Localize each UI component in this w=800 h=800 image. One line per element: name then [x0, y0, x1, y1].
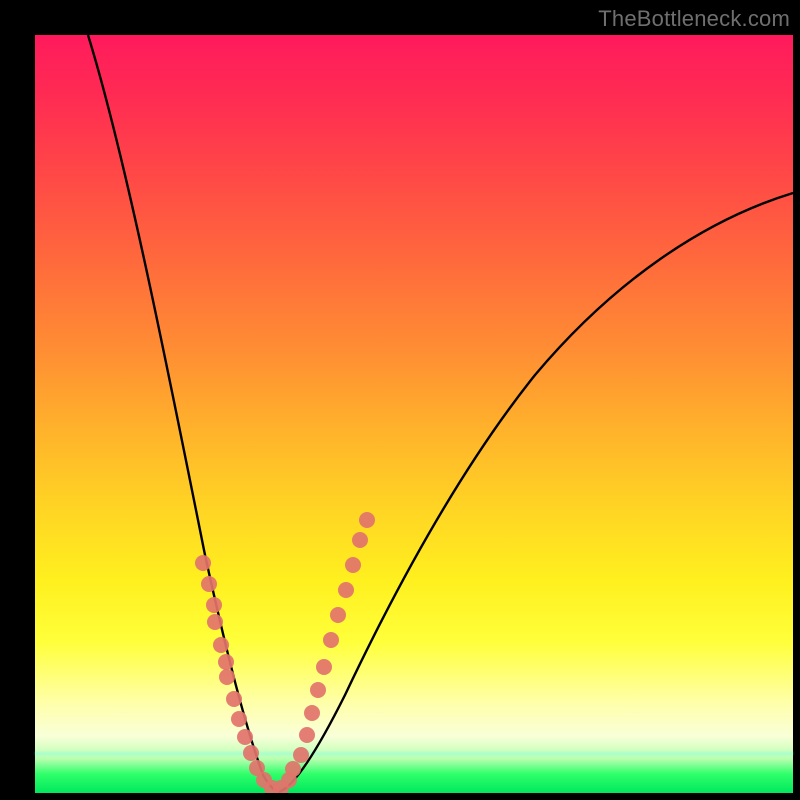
curve-overlay [35, 35, 793, 793]
curve-right-branch [279, 193, 793, 792]
right-dot-cluster [273, 512, 375, 793]
left-dot-cluster [195, 555, 280, 793]
watermark-text: TheBottleneck.com [598, 6, 790, 32]
plot-area [35, 35, 793, 793]
chart-stage: TheBottleneck.com [0, 0, 800, 800]
curve-left-branch [88, 35, 279, 792]
